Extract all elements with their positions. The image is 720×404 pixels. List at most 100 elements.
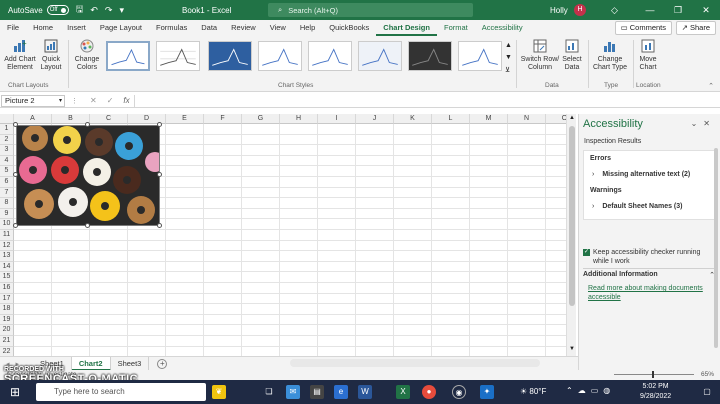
task-view-icon[interactable]: ❏ [262, 385, 276, 399]
row-header[interactable]: 8 [0, 198, 14, 209]
row-header[interactable]: 10 [0, 219, 14, 230]
row-header[interactable]: 21 [0, 336, 14, 347]
additional-info-section[interactable]: Additional Information ⌃ [583, 268, 717, 279]
chart-style-1[interactable] [106, 41, 150, 71]
tab-page-layout[interactable]: Page Layout [93, 20, 149, 36]
row-header[interactable]: 5 [0, 166, 14, 177]
chart-styles-scroll-up-icon[interactable]: ▲ [505, 42, 512, 49]
row-header[interactable]: 2 [0, 134, 14, 146]
chart-style-3[interactable] [208, 41, 252, 71]
row-header[interactable]: 7 [0, 187, 14, 199]
error-item-missing-alt-text[interactable]: › Missing alternative text (2) [592, 171, 690, 178]
row-header[interactable]: 9 [0, 208, 14, 220]
resize-handle-n[interactable] [85, 122, 90, 127]
row-header[interactable]: 13 [0, 251, 14, 262]
pane-options-icon[interactable]: ⌄ [691, 119, 704, 128]
mail-icon[interactable]: ✉ [286, 385, 300, 399]
chart-style-8[interactable] [458, 41, 502, 71]
row-header[interactable]: 19 [0, 314, 14, 326]
share-button[interactable]: ↗ Share [675, 21, 716, 35]
zoom-level[interactable]: 65% [701, 371, 714, 378]
horizontal-scrollbar[interactable] [290, 359, 540, 367]
row-header[interactable]: 11 [0, 230, 14, 241]
chart-style-7[interactable] [408, 41, 452, 71]
resize-handle-e[interactable] [157, 172, 162, 177]
column-header[interactable]: N [508, 114, 546, 124]
tab-insert[interactable]: Insert [60, 20, 93, 36]
tab-home[interactable]: Home [26, 20, 60, 36]
user-name[interactable]: Holly [550, 6, 568, 15]
donut-picture[interactable] [16, 125, 160, 226]
tab-help[interactable]: Help [293, 20, 322, 36]
column-header[interactable]: F [204, 114, 242, 124]
chart-style-6[interactable] [358, 41, 402, 71]
redo-icon[interactable]: ↷ [105, 5, 113, 16]
comments-button[interactable]: ▭ Comments [614, 21, 672, 35]
tab-format[interactable]: Format [437, 20, 475, 36]
system-tray[interactable]: ⌃☁▭◍ [566, 386, 615, 395]
column-header[interactable]: C [90, 114, 128, 124]
tab-review[interactable]: Review [224, 20, 263, 36]
tab-quickbooks[interactable]: QuickBooks [322, 20, 376, 36]
vertical-scrollbar[interactable]: ▲ ▼ [566, 114, 576, 356]
weather[interactable]: ☀ 80°F [520, 387, 546, 396]
formula-input[interactable] [133, 94, 720, 107]
tab-file[interactable]: File [0, 20, 26, 36]
file-explorer-icon[interactable]: ▤ [310, 385, 324, 399]
chart-style-4[interactable] [258, 41, 302, 71]
scroll-down-icon[interactable]: ▼ [569, 346, 575, 352]
row-header[interactable]: 17 [0, 293, 14, 305]
chart-styles-more-icon[interactable]: ⊻ [505, 66, 510, 74]
word-icon[interactable]: W [358, 385, 372, 399]
customize-qat-icon[interactable]: ▾ [119, 5, 124, 16]
collapse-ribbon-icon[interactable]: ⌃ [708, 82, 714, 90]
column-header[interactable]: J [356, 114, 394, 124]
chart-style-2[interactable] [156, 41, 200, 71]
chart-styles-scroll-down-icon[interactable]: ▼ [505, 54, 512, 61]
column-header[interactable]: I [318, 114, 356, 124]
edge-icon[interactable]: e [334, 385, 348, 399]
scroll-up-icon[interactable]: ▲ [569, 115, 575, 121]
tab-formulas[interactable]: Formulas [149, 20, 194, 36]
column-header[interactable]: M [470, 114, 508, 124]
row-header[interactable]: 4 [0, 155, 14, 167]
select-data-button[interactable]: Select Data [560, 38, 584, 72]
row-header[interactable]: 22 [0, 346, 14, 356]
tab-view[interactable]: View [263, 20, 293, 36]
close-icon[interactable]: ✕ [692, 0, 720, 20]
teams-icon[interactable]: ✦ [480, 385, 494, 399]
add-sheet-icon[interactable]: + [157, 358, 168, 369]
cancel-icon[interactable]: ✕ [90, 96, 97, 105]
recording-icon[interactable]: ◉ [452, 385, 466, 399]
column-header[interactable]: K [394, 114, 432, 124]
resize-handle-se[interactable] [157, 223, 162, 228]
switch-row-column-button[interactable]: Switch Row/ Column [520, 38, 560, 72]
add-chart-element-button[interactable]: + Add Chart Element [3, 38, 37, 72]
row-header[interactable]: 1 [0, 124, 14, 135]
avatar[interactable]: H [574, 4, 586, 16]
windows-start-icon[interactable]: ⊞ [8, 385, 22, 399]
leaf-icon[interactable]: ❦ [212, 385, 226, 399]
row-header[interactable]: 12 [0, 240, 14, 252]
row-header[interactable]: 20 [0, 325, 14, 336]
tab-data[interactable]: Data [194, 20, 224, 36]
row-header[interactable]: 6 [0, 177, 14, 188]
keep-running-checkbox[interactable]: ✓ Keep accessibility checker running whi… [583, 248, 717, 266]
resize-handle-nw[interactable] [13, 122, 18, 127]
move-chart-button[interactable]: Move Chart [635, 38, 661, 72]
column-header[interactable]: O [546, 114, 566, 124]
row-header[interactable]: 3 [0, 145, 14, 156]
resize-handle-sw[interactable] [13, 223, 18, 228]
excel-icon[interactable]: X [396, 385, 410, 399]
zoom-slider[interactable] [614, 371, 694, 378]
change-chart-type-button[interactable]: Change Chart Type [590, 38, 630, 72]
select-all-corner[interactable] [0, 114, 14, 124]
pane-close-icon[interactable]: ✕ [703, 119, 716, 128]
autosave-toggle[interactable]: AutoSave Off [8, 5, 69, 15]
column-header[interactable]: E [166, 114, 204, 124]
column-header[interactable]: H [280, 114, 318, 124]
resize-handle-w[interactable] [13, 172, 18, 177]
taskbar-search[interactable]: Type here to search [36, 383, 206, 401]
notifications-icon[interactable]: ▢ [700, 385, 714, 399]
row-header[interactable]: 15 [0, 272, 14, 283]
